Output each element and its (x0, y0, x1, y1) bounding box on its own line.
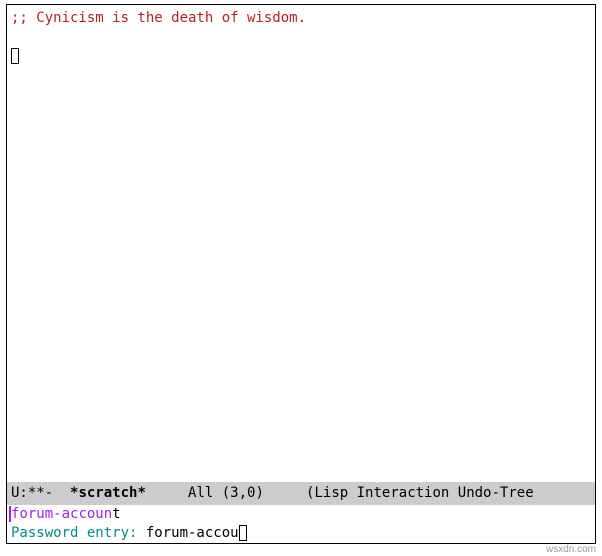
editor-frame: ;; Cynicism is the death of wisdom. U:**… (6, 4, 596, 544)
comment-line: ;; Cynicism is the death of wisdom. (11, 10, 306, 26)
modeline-status: U:**- (11, 485, 70, 501)
mode-line[interactable]: U:**- *scratch* All (3,0) (Lisp Interact… (7, 482, 595, 505)
modeline-buffer-name: *scratch* (70, 485, 146, 501)
modeline-modes: (Lisp Interaction Undo-Tree (306, 485, 534, 501)
completion-tail: t (112, 506, 120, 522)
minibuffer-input[interactable]: forum-accou (146, 525, 239, 541)
watermark: wsxdn.com (546, 543, 596, 556)
modeline-position: All (3,0) (188, 485, 264, 501)
completion-prefix: orum-accoun (19, 506, 112, 522)
minibuffer-completion: forum-account (7, 505, 595, 524)
minibuffer-prompt-line[interactable]: Password entry: forum-accou (7, 524, 595, 543)
minibuffer-cursor (239, 525, 247, 541)
cursor (11, 48, 19, 64)
buffer-area[interactable]: ;; Cynicism is the death of wisdom. (7, 5, 595, 482)
minibuffer-prompt: Password entry: (11, 525, 146, 541)
completion-first-char: f (9, 506, 19, 522)
